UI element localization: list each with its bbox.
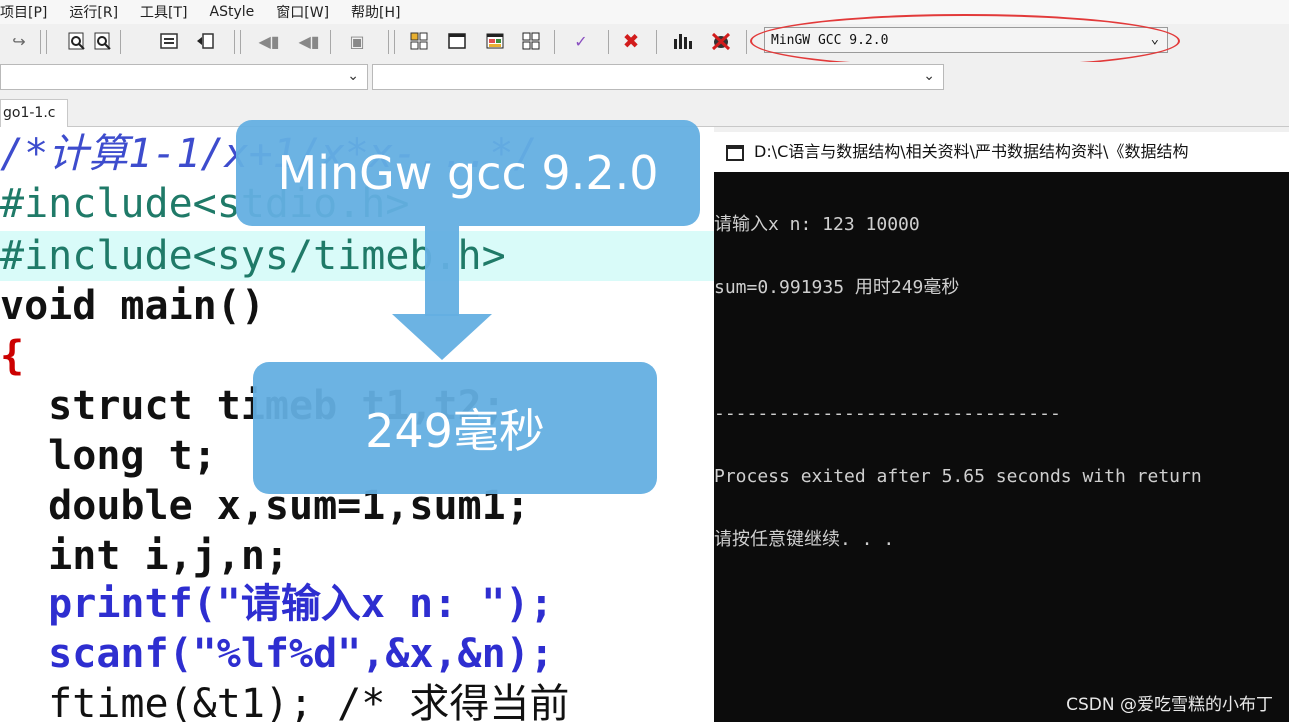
compiler-callout: MinGw gcc 9.2.0 xyxy=(236,120,700,226)
class-browser-row: ⌄ ⌄ xyxy=(0,62,1289,94)
time-callout: 249毫秒 xyxy=(253,362,657,494)
arrow-shaft xyxy=(425,226,459,316)
code-line-highlighted: #include<sys/timeb.h> xyxy=(0,231,714,281)
console-line: 请输入x n: 123 10000 xyxy=(714,214,920,235)
arrow-down-icon xyxy=(392,314,492,360)
find-next-icon[interactable] xyxy=(92,30,114,52)
console-output: 请输入x n: 123 10000 sum=0.991935 用时249毫秒 -… xyxy=(714,172,1289,592)
menu-astyle[interactable]: AStyle xyxy=(210,4,255,20)
menu-project[interactable]: 项目[P] xyxy=(0,2,47,22)
toolbar-separator xyxy=(746,30,747,54)
bookmark-prev-icon[interactable]: ◀▮ xyxy=(258,30,280,52)
class-dropdown[interactable]: ⌄ xyxy=(0,64,368,90)
menu-tools[interactable]: 工具[T] xyxy=(140,2,187,22)
toolbar-separator xyxy=(234,30,235,54)
window-icon[interactable] xyxy=(446,30,468,52)
menu-run[interactable]: 运行[R] xyxy=(69,2,118,22)
toolbar-separator xyxy=(656,30,657,54)
toolbar-separator xyxy=(240,30,241,54)
chevron-down-icon: ⌄ xyxy=(923,68,935,84)
chart-icon[interactable] xyxy=(672,30,694,52)
check-icon[interactable]: ✓ xyxy=(570,30,592,52)
tile-icon[interactable] xyxy=(520,30,542,52)
tab-go1-1[interactable]: go1-1.c xyxy=(0,99,69,127)
console-line: 请按任意键继续. . . xyxy=(714,529,895,550)
bookmark-next-icon[interactable]: ◀▮ xyxy=(298,30,320,52)
close-icon[interactable]: ✖ xyxy=(620,29,642,53)
debug-icon[interactable] xyxy=(710,30,732,52)
console-titlebar: D:\C语言与数据结构\相关资料\严书数据结构资料\《数据结构 xyxy=(714,132,1289,172)
toolbar-separator xyxy=(40,30,41,54)
code-line: printf("请输入x n: "); xyxy=(0,581,554,627)
console-line: sum=0.991935 用时249毫秒 xyxy=(714,277,960,298)
code-line: void main() xyxy=(0,283,265,329)
layout-icon[interactable] xyxy=(484,30,506,52)
redo-icon[interactable]: ↪ xyxy=(8,30,30,52)
menu-help[interactable]: 帮助[H] xyxy=(351,2,400,22)
grid-icon[interactable] xyxy=(408,30,430,52)
toolbar-separator xyxy=(554,30,555,54)
member-dropdown[interactable]: ⌄ xyxy=(372,64,944,90)
console-window-icon xyxy=(726,144,744,161)
toolbar-separator xyxy=(388,30,389,54)
toolbar-separator xyxy=(394,30,395,54)
console-title: D:\C语言与数据结构\相关资料\严书数据结构资料\《数据结构 xyxy=(754,142,1189,161)
console-line: -------------------------------- xyxy=(714,403,1061,424)
chevron-down-icon: ⌄ xyxy=(347,68,359,84)
toolbar-separator xyxy=(330,30,331,54)
toolbar-separator xyxy=(46,30,47,54)
watermark: CSDN @爱吃雪糕的小布丁 xyxy=(1066,695,1273,715)
toolbar-separator xyxy=(120,30,121,54)
code-line: int i,j,n; xyxy=(0,533,289,579)
code-line: scanf("%lf%d",&x,&n); xyxy=(0,631,554,677)
toolbar-separator xyxy=(608,30,609,54)
code-line: ftime(&t1); /* 求得当前 xyxy=(0,681,570,722)
annotation-circle xyxy=(750,14,1180,68)
console-window[interactable]: D:\C语言与数据结构\相关资料\严书数据结构资料\《数据结构 请输入x n: … xyxy=(714,132,1289,722)
console-line: Process exited after 5.65 seconds with r… xyxy=(714,466,1202,487)
insert-icon[interactable] xyxy=(158,30,180,52)
toggle-icon[interactable]: ▣ xyxy=(346,30,368,52)
indent-icon[interactable] xyxy=(194,30,216,52)
menu-window[interactable]: 窗口[W] xyxy=(276,2,329,22)
find-icon[interactable] xyxy=(66,30,88,52)
